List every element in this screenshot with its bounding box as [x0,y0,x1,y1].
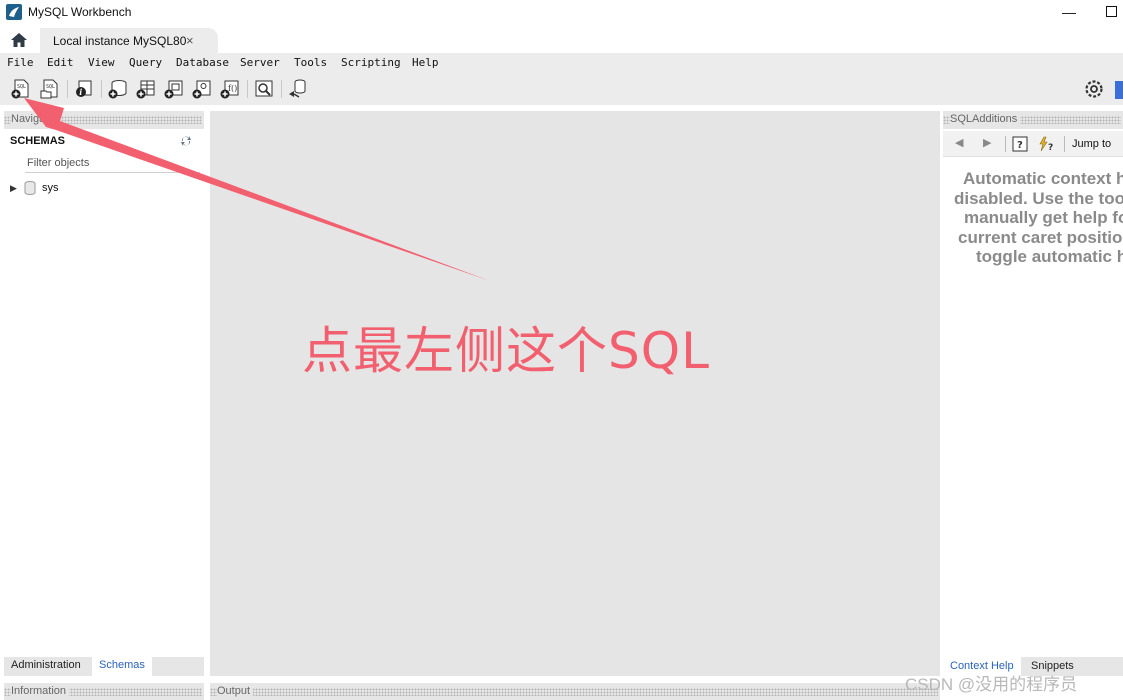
jump-to-dropdown[interactable]: Jump to [1072,138,1111,150]
header-grip [210,688,938,696]
menu-file[interactable]: File [7,56,34,69]
create-view-icon[interactable] [163,78,185,100]
menu-bar: File Edit View Query Database Server Too… [0,53,1123,73]
mysql-workbench-app-icon [6,4,22,20]
window-titlebar: MySQL Workbench — [0,0,1123,26]
preferences-gear-icon[interactable] [1084,79,1104,99]
sql-additions-panel: SQLAdditions ◀ ▶ ? ? Jump to Automatic c… [943,111,1123,676]
navigator-bottom-tabs: Administration Schemas [4,657,204,676]
context-help-toolbar: ◀ ▶ ? ? Jump to [943,131,1123,157]
close-tab-icon[interactable]: × [186,33,194,48]
search-table-data-icon[interactable] [253,78,275,100]
tab-strip: Local instance MySQL80 × [0,26,1123,54]
minimize-button[interactable]: — [1062,4,1076,20]
schema-inspector-icon[interactable]: i [73,78,95,100]
csdn-watermark: CSDN @没用的程序员 [905,675,1078,694]
svg-text:SQL: SQL [17,84,26,90]
navigator-header: Navigator [4,111,204,129]
schema-name: sys [42,182,59,194]
menu-view[interactable]: View [88,56,115,69]
help-text-line: manually get help for the [964,208,1123,227]
help-text-line: disabled. Use the toolbar to [954,188,1123,208]
toolbar-separator [281,80,282,98]
refresh-schemas-icon[interactable] [180,135,192,147]
forward-arrow-icon[interactable]: ▶ [983,136,991,149]
filter-objects-input[interactable]: Filter objects [25,154,200,173]
menu-edit[interactable]: Edit [47,56,74,69]
database-icon [24,181,36,195]
help-text-line: toggle automatic help. [976,247,1123,266]
expand-arrow-icon[interactable]: ▶ [10,183,24,194]
schema-tree-item[interactable]: ▶ sys [10,179,59,197]
auto-help-toggle-icon[interactable]: ? [1038,136,1056,152]
information-header: Information [4,683,204,700]
create-table-icon[interactable] [135,78,157,100]
information-header-label: Information [11,685,70,697]
menu-help[interactable]: Help [412,56,439,69]
open-sql-script-icon[interactable]: SQL [39,78,61,100]
home-tab[interactable] [2,28,36,52]
menu-tools[interactable]: Tools [294,56,327,69]
home-icon [11,33,27,47]
create-procedure-icon[interactable] [191,78,213,100]
svg-text:f(): f() [228,84,237,93]
menu-database[interactable]: Database [176,56,229,69]
help-text-line: current caret position or to [958,227,1123,247]
svg-text:i: i [79,87,82,97]
tab-schemas[interactable]: Schemas [92,657,152,676]
window-title: MySQL Workbench [28,5,132,19]
new-sql-tab-icon[interactable]: SQL [10,78,32,100]
back-arrow-icon[interactable]: ◀ [955,136,963,149]
menu-scripting[interactable]: Scripting [341,56,401,69]
editor-area[interactable] [210,111,940,676]
maximize-button[interactable] [1106,6,1117,17]
toolbar-separator [67,80,68,98]
annotation-text: 点最左侧这个SQL [302,322,710,380]
tab-administration[interactable]: Administration [4,657,88,676]
toolbar-separator [247,80,248,98]
toolbar-separator [101,80,102,98]
svg-text:SQL: SQL [46,84,55,90]
menu-server[interactable]: Server [240,56,280,69]
svg-text:?: ? [1017,140,1023,151]
main-toolbar: SQL SQL i f() [0,73,1123,105]
connection-tab-label: Local instance MySQL80 [53,34,187,48]
tab-connection[interactable]: Local instance MySQL80 × [40,28,218,54]
sql-additions-header: SQLAdditions [943,111,1123,129]
toolbar-separator [1005,136,1006,152]
create-function-icon[interactable]: f() [219,78,241,100]
output-header: Output [210,683,940,700]
menu-query[interactable]: Query [129,56,162,69]
reconnect-icon[interactable] [287,78,309,100]
help-text-line: Automatic context help is [963,169,1123,188]
output-header-label: Output [217,685,254,697]
navigator-header-label: Navigator [11,113,62,125]
manual-help-icon[interactable]: ? [1012,136,1028,152]
create-schema-icon[interactable] [107,78,129,100]
schemas-title: SCHEMAS [10,135,66,147]
toolbar-separator [1064,136,1065,152]
svg-text:?: ? [1048,143,1053,152]
layout-toggle-button[interactable] [1115,81,1123,99]
sql-additions-header-label: SQLAdditions [950,113,1021,125]
navigator-panel: Navigator SCHEMAS Filter objects ▶ sys [4,111,204,676]
